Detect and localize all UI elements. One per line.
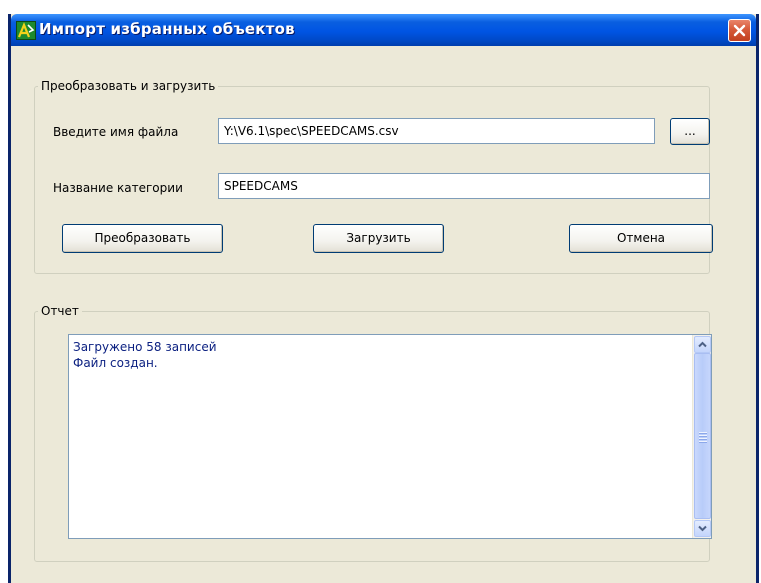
file-name-input[interactable]: Y:\V6.1\spec\SPEEDCAMS.csv: [218, 118, 655, 144]
scroll-down-button[interactable]: [694, 520, 711, 537]
category-name-label: Название категории: [53, 181, 183, 195]
report-textarea[interactable]: Загружено 58 записей Файл создан.: [68, 334, 712, 539]
close-icon: [733, 24, 746, 37]
thumb-grip: [699, 438, 707, 440]
vertical-scrollbar[interactable]: [692, 335, 711, 538]
cancel-button[interactable]: Отмена: [569, 224, 713, 253]
thumb-grip: [699, 432, 707, 434]
scroll-up-button[interactable]: [694, 336, 711, 353]
convert-load-legend: Преобразовать и загрузить: [41, 79, 216, 93]
file-name-label: Введите имя файла: [53, 125, 179, 139]
report-line: Загружено 58 записей: [73, 340, 217, 354]
convert-button[interactable]: Преобразовать: [62, 224, 223, 253]
chevron-down-icon: [698, 525, 707, 532]
chevron-up-icon: [698, 341, 707, 348]
report-legend: Отчет: [41, 304, 79, 318]
load-button[interactable]: Загрузить: [313, 224, 444, 253]
thumb-grip: [699, 441, 707, 443]
report-text: Загружено 58 записей Файл создан.: [73, 339, 683, 371]
scroll-thumb[interactable]: [694, 353, 711, 519]
app-logo-icon: [16, 21, 36, 40]
browse-button[interactable]: ...: [670, 118, 710, 145]
category-name-input[interactable]: SPEEDCAMS: [218, 173, 710, 199]
close-button[interactable]: [728, 19, 751, 42]
import-favorites-dialog: Импорт избранных объектов Преобразовать …: [8, 14, 759, 583]
title-bar[interactable]: Импорт избранных объектов: [11, 14, 756, 46]
report-line: Файл создан.: [73, 356, 158, 370]
window-title: Импорт избранных объектов: [39, 20, 295, 38]
thumb-grip: [699, 435, 707, 437]
